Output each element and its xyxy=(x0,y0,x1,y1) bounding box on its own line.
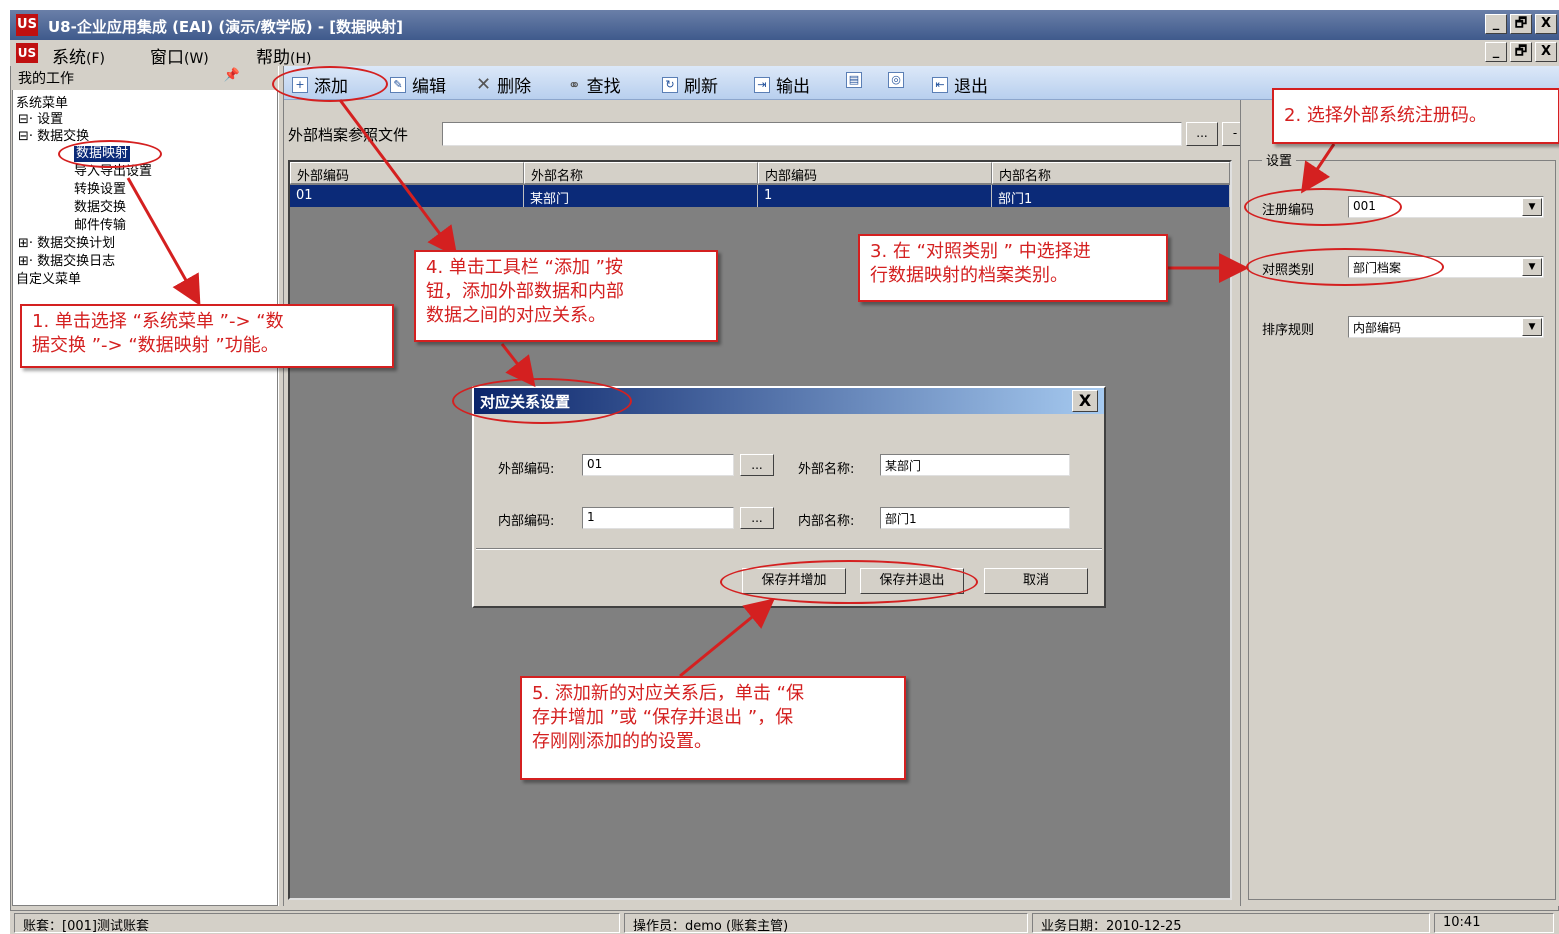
menu-bar: US 系统(F) 窗口(W) 帮助(H) _ 🗗 X xyxy=(10,40,1559,68)
print-button[interactable]: ▤ xyxy=(846,72,862,88)
file-browse-button[interactable]: ... xyxy=(1186,122,1218,146)
delete-icon: ✕ xyxy=(476,74,492,95)
restore-button[interactable]: 🗗 xyxy=(1510,14,1532,34)
refresh-icon: ↻ xyxy=(662,76,678,93)
grid-cell-internal-name[interactable]: 部门1 xyxy=(992,185,1230,207)
app-logo: US xyxy=(16,14,38,36)
chevron-down-icon[interactable]: ▼ xyxy=(1522,318,1542,336)
file-reference-input[interactable] xyxy=(442,122,1182,146)
exit-button[interactable]: ⇤ 退出 xyxy=(932,72,988,97)
grid-cell-internal-code[interactable]: 1 xyxy=(758,185,992,207)
preview-button[interactable]: ◎ xyxy=(888,72,904,88)
highlight-data-mapping xyxy=(58,140,162,168)
note-step2: 2. 选择外部系统注册码。 xyxy=(1272,88,1559,144)
settings-title: 设置 xyxy=(1262,150,1297,169)
grid-cell-external-name[interactable]: 某部门 xyxy=(524,185,758,207)
tree-item-mail-transfer[interactable]: 邮件传输 xyxy=(74,218,126,234)
mdi-close-button[interactable]: X xyxy=(1535,42,1557,62)
note-step1: 1. 单击选择 “系统菜单 ”-> “数 据交换 ”-> “数据映射 ”功能。 xyxy=(20,304,394,368)
cancel-button[interactable]: 取消 xyxy=(984,568,1088,594)
dialog-close-button[interactable]: X xyxy=(1072,390,1098,412)
edit-icon: ✎ xyxy=(390,76,406,93)
tree-item-settings[interactable]: ⊟· 设置 xyxy=(18,112,63,128)
ext-name-input[interactable]: 某部门 xyxy=(880,454,1070,476)
exit-icon: ⇤ xyxy=(932,76,948,93)
tree-item-data-exchange-sub[interactable]: 数据交换 xyxy=(74,200,126,216)
grid-header-internal-code[interactable]: 内部编码 xyxy=(758,162,992,184)
status-time: 10:41 xyxy=(1434,913,1554,933)
highlight-dialog-title xyxy=(452,378,632,424)
sort-rule-label: 排序规则 xyxy=(1262,323,1315,338)
nav-header: 我的工作 📌 xyxy=(12,66,278,90)
tree-item-system-menu[interactable]: 系统菜单 xyxy=(16,96,68,112)
nav-header-title: 我的工作 xyxy=(18,71,74,87)
chevron-down-icon[interactable]: ▼ xyxy=(1522,198,1542,216)
export-icon: ⇥ xyxy=(754,76,770,93)
tree-item-exchange-plan[interactable]: ⊞· 数据交换计划 xyxy=(18,236,115,252)
int-code-browse-button[interactable]: ... xyxy=(740,507,774,529)
export-button[interactable]: ⇥ 输出 xyxy=(754,72,810,97)
note-step4: 4. 单击工具栏 “添加 ”按 钮，添加外部数据和内部 数据之间的对应关系。 xyxy=(414,250,718,342)
int-name-input[interactable]: 部门1 xyxy=(880,507,1070,529)
ext-code-input[interactable]: 01 xyxy=(582,454,734,476)
refresh-button[interactable]: ↻ 刷新 xyxy=(662,72,718,97)
status-business-date: 业务日期：2010-12-25 xyxy=(1032,913,1430,934)
note-step3: 3. 在 “对照类别 ” 中选择进 行数据映射的档案类别。 xyxy=(858,234,1168,302)
int-code-input[interactable]: 1 xyxy=(582,507,734,529)
grid-header-external-name[interactable]: 外部名称 xyxy=(524,162,758,184)
navigation-panel xyxy=(12,66,278,906)
grid-header-internal-name[interactable]: 内部名称 xyxy=(992,162,1230,184)
menu-logo: US xyxy=(16,43,38,63)
window-title: U8-企业应用集成 (EAI) (演示/教学版) - [数据映射] xyxy=(48,18,404,36)
sort-rule-value: 内部编码 xyxy=(1353,321,1402,335)
status-account: 账套：[001]测试账套 xyxy=(14,913,620,934)
minimize-button[interactable]: _ xyxy=(1485,14,1507,34)
int-code-label: 内部编码: xyxy=(498,514,555,529)
note-step5: 5. 添加新的对应关系后，单击 “保 存并增加 ”或 “保存并退出 ”，保 存刚… xyxy=(520,676,906,780)
sort-rule-select[interactable]: 内部编码 ▼ xyxy=(1348,316,1544,338)
highlight-save-buttons xyxy=(720,560,978,604)
menu-help[interactable]: 帮助(H) xyxy=(256,43,311,68)
grid-cell-external-code[interactable]: 01 xyxy=(290,185,524,207)
status-operator: 操作员：demo (账套主管) xyxy=(624,913,1028,934)
highlight-reg-code xyxy=(1244,188,1402,226)
binoculars-icon: ⚭ xyxy=(568,75,581,94)
dialog-separator xyxy=(476,548,1102,550)
chevron-down-icon[interactable]: ▼ xyxy=(1522,258,1542,276)
highlight-ref-type xyxy=(1246,248,1444,286)
menu-system[interactable]: 系统(F) xyxy=(52,43,105,68)
delete-button[interactable]: ✕ 删除 xyxy=(476,72,531,97)
ext-code-browse-button[interactable]: ... xyxy=(740,454,774,476)
print-icon: ▤ xyxy=(846,72,862,88)
mdi-restore-button[interactable]: 🗗 xyxy=(1510,42,1532,62)
int-name-label: 内部名称: xyxy=(798,514,855,529)
ext-name-label: 外部名称: xyxy=(798,462,855,477)
preview-icon: ◎ xyxy=(888,72,904,88)
menu-window[interactable]: 窗口(W) xyxy=(150,43,209,68)
tree-item-exchange-log[interactable]: ⊞· 数据交换日志 xyxy=(18,254,115,270)
mdi-minimize-button[interactable]: _ xyxy=(1485,42,1507,62)
tree-item-custom-menu[interactable]: 自定义菜单 xyxy=(16,272,81,288)
ext-code-label: 外部编码: xyxy=(498,462,555,477)
find-button[interactable]: ⚭ 查找 xyxy=(568,72,621,98)
grid-header-external-code[interactable]: 外部编码 xyxy=(290,162,524,184)
panel-splitter[interactable] xyxy=(278,66,284,906)
highlight-add xyxy=(272,66,388,102)
close-window-button[interactable]: X xyxy=(1535,14,1557,34)
tree-item-conversion-settings[interactable]: 转换设置 xyxy=(74,182,126,198)
title-bar: US U8-企业应用集成 (EAI) (演示/教学版) - [数据映射] _ 🗗… xyxy=(10,10,1559,40)
edit-button[interactable]: ✎ 编辑 xyxy=(390,72,446,97)
file-reference-label: 外部档案参照文件 xyxy=(288,126,409,144)
pin-icon[interactable]: 📌 xyxy=(224,68,240,83)
